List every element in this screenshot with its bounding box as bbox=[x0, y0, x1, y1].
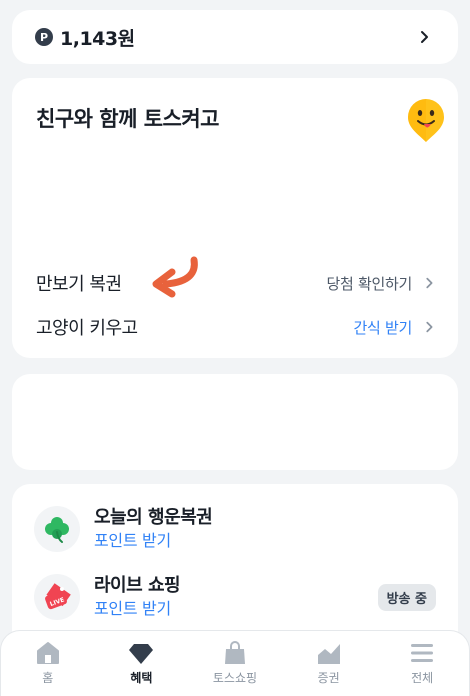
tab-label: 증권 bbox=[317, 671, 340, 685]
menu-icon bbox=[411, 644, 434, 662]
check-winning-link[interactable]: 당첨 확인하기 bbox=[327, 273, 413, 294]
live-shopping-item[interactable]: LIVE 라이브 쇼핑 포인트 받기 방송 중 bbox=[34, 572, 436, 622]
chevron-right-icon[interactable] bbox=[416, 29, 432, 45]
tab-label: 전체 bbox=[411, 671, 434, 685]
tab-stocks[interactable]: 증권 bbox=[282, 631, 376, 696]
tab-label: 토스쇼핑 bbox=[212, 671, 258, 685]
chevron-right-icon bbox=[426, 321, 433, 333]
chevron-right-icon bbox=[426, 277, 433, 289]
home-icon bbox=[36, 642, 59, 664]
shopping-bag-icon bbox=[224, 641, 245, 664]
on-air-badge: 방송 중 bbox=[377, 583, 436, 611]
points-balance: 1,143원 bbox=[60, 28, 135, 50]
bottom-tab-bar: 홈 혜택 토스쇼핑 증권 전체 bbox=[0, 630, 470, 696]
tab-benefits[interactable]: 혜택 bbox=[95, 631, 189, 696]
get-points-link[interactable]: 포인트 받기 bbox=[94, 598, 180, 620]
get-snack-link[interactable]: 간식 받기 bbox=[354, 317, 413, 338]
friends-toss-card: 친구와 함께 토스켜고 만보기 복권 당첨 확인하기 고양이 키우고 간식 받기 bbox=[12, 78, 458, 358]
tab-toss-shopping[interactable]: 토스쇼핑 bbox=[188, 631, 282, 696]
gem-icon bbox=[129, 644, 154, 664]
raise-cat-row[interactable]: 고양이 키우고 간식 받기 bbox=[36, 310, 436, 344]
clover-icon bbox=[34, 506, 80, 552]
friends-card-title: 친구와 함께 토스켜고 bbox=[36, 107, 220, 131]
tab-label: 홈 bbox=[42, 671, 54, 685]
stock-chart-icon bbox=[317, 644, 340, 664]
smiling-face-pin-icon bbox=[408, 99, 444, 142]
lucky-lottery-item[interactable]: 오늘의 행운복권 포인트 받기 bbox=[34, 504, 436, 554]
reward-title: 오늘의 행운복권 bbox=[94, 507, 213, 528]
tab-label: 혜택 bbox=[130, 671, 153, 685]
pedometer-lottery-row[interactable]: 만보기 복권 당첨 확인하기 bbox=[36, 266, 436, 300]
tab-home[interactable]: 홈 bbox=[1, 631, 95, 696]
blank-card bbox=[12, 374, 458, 470]
live-tag-icon: LIVE bbox=[34, 574, 80, 620]
row-label: 만보기 복권 bbox=[36, 274, 122, 295]
get-points-link[interactable]: 포인트 받기 bbox=[94, 530, 212, 552]
reward-title: 라이브 쇼핑 bbox=[94, 575, 181, 596]
points-card[interactable]: P 1,143원 bbox=[12, 10, 458, 64]
row-label: 고양이 키우고 bbox=[36, 318, 138, 339]
pointing-arrow-icon bbox=[152, 256, 198, 298]
tab-all[interactable]: 전체 bbox=[375, 631, 469, 696]
point-coin-icon: P bbox=[35, 28, 53, 46]
